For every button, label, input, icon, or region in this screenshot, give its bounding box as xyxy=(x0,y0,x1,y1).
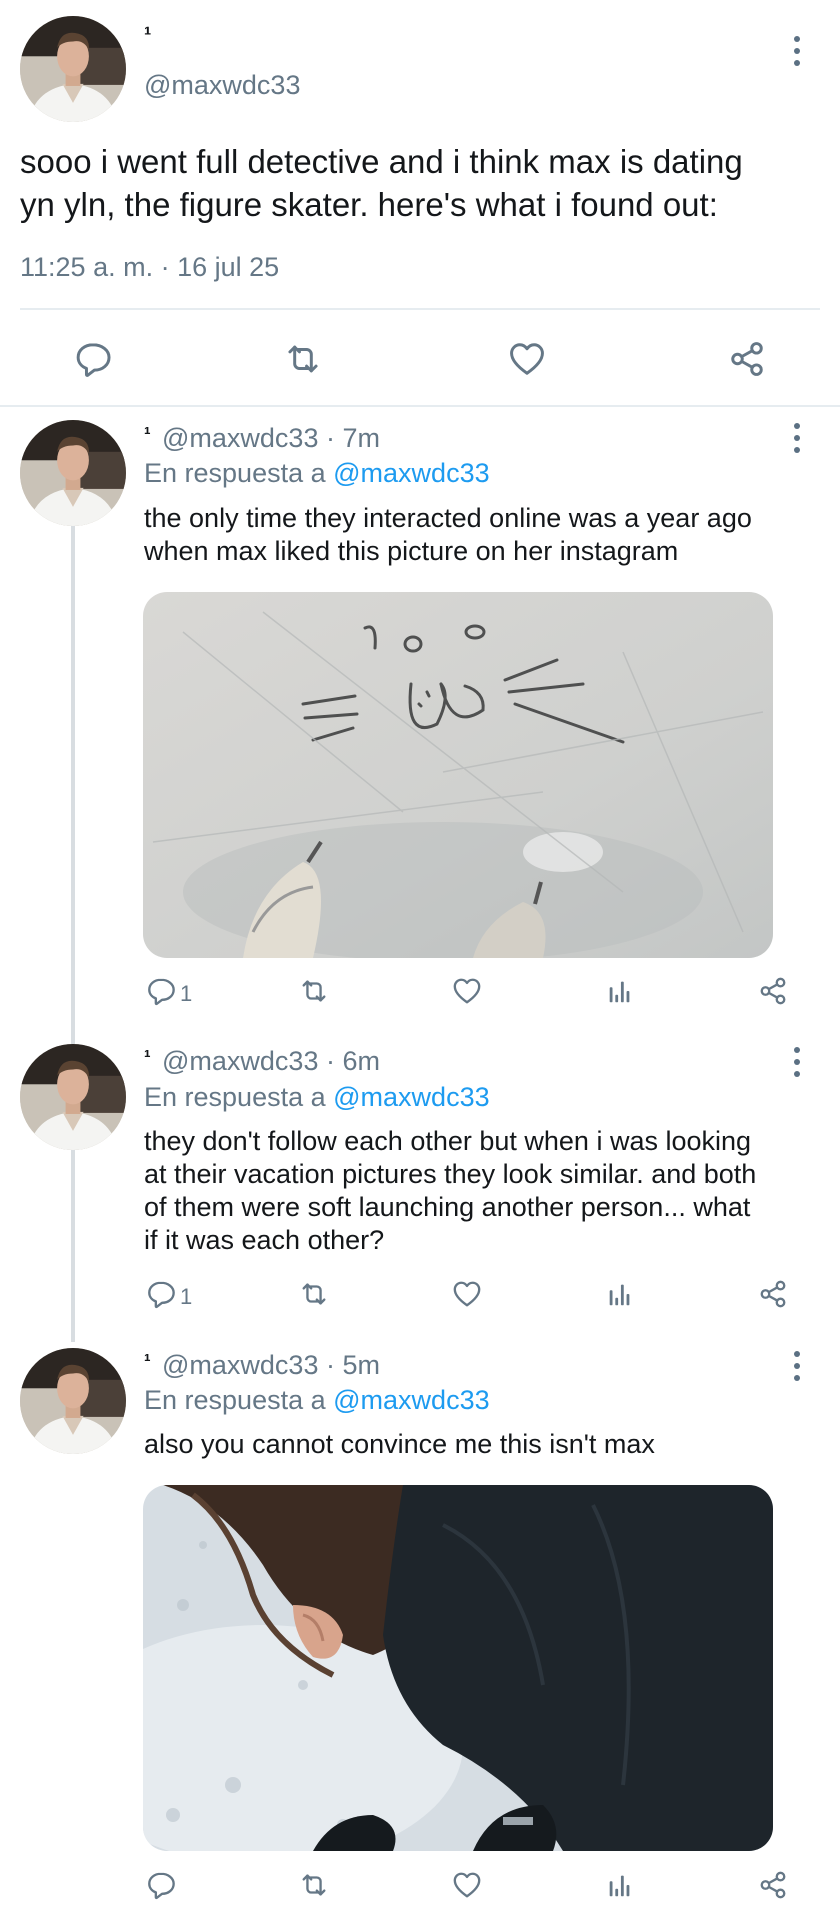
retweet-button[interactable] xyxy=(299,976,329,1012)
thread-line xyxy=(71,526,75,1044)
divider xyxy=(20,308,820,310)
retweet-icon xyxy=(284,340,322,384)
stats-icon xyxy=(605,1279,635,1315)
retweet-icon xyxy=(299,1870,329,1906)
reply-button[interactable]: 1 xyxy=(146,976,192,1012)
views-button[interactable] xyxy=(605,1870,635,1906)
reply-context: En respuesta a @maxwdc33 xyxy=(144,1385,490,1416)
tweet-text: they don't follow each other but when i … xyxy=(144,1126,757,1255)
like-button[interactable] xyxy=(508,340,546,384)
reply-icon xyxy=(74,340,112,384)
views-button[interactable] xyxy=(605,1279,635,1315)
share-button[interactable] xyxy=(728,340,766,384)
author-handle[interactable]: @maxwdc33 xyxy=(144,70,300,101)
avatar[interactable] xyxy=(20,1044,126,1150)
views-button[interactable] xyxy=(605,976,635,1012)
reply-prefix: En respuesta a xyxy=(144,458,326,488)
share-icon xyxy=(758,1870,788,1906)
reply-prefix: En respuesta a xyxy=(144,1385,326,1415)
more-options-icon[interactable] xyxy=(789,1042,805,1082)
author-name[interactable]: ¹ xyxy=(144,424,151,447)
stats-icon xyxy=(605,976,635,1012)
avatar[interactable] xyxy=(20,420,126,526)
author-name[interactable]: ¹ xyxy=(144,22,151,48)
like-button[interactable] xyxy=(452,1870,482,1906)
share-icon xyxy=(758,1279,788,1315)
reply-prefix: En respuesta a xyxy=(144,1082,326,1112)
reply-button[interactable]: 1 xyxy=(146,1279,192,1315)
reply-button[interactable] xyxy=(74,340,112,384)
author-name[interactable]: ¹ xyxy=(144,1047,151,1070)
like-icon xyxy=(452,1870,482,1906)
author-handle-time[interactable]: @maxwdc33 · 6m xyxy=(162,1046,380,1077)
author-name[interactable]: ¹ xyxy=(144,1351,151,1374)
stats-icon xyxy=(605,1870,635,1906)
like-button[interactable] xyxy=(452,1279,482,1315)
share-icon xyxy=(728,340,766,384)
tweet-text: sooo i went full detective and i think m… xyxy=(20,143,743,223)
tweet-timestamp[interactable]: 11:25 a. m. · 16 jul 25 xyxy=(20,252,279,283)
more-options-icon[interactable] xyxy=(789,418,805,458)
reply-icon xyxy=(146,976,176,1012)
more-options-icon[interactable] xyxy=(789,31,805,71)
reply-count: 1 xyxy=(180,981,193,1006)
reply-icon xyxy=(146,1279,176,1315)
tweet-text: also you cannot convince me this isn't m… xyxy=(144,1429,655,1459)
author-handle-time[interactable]: @maxwdc33 · 5m xyxy=(162,1350,380,1381)
author-handle-time[interactable]: @maxwdc33 · 7m xyxy=(162,423,380,454)
snow-person-photo[interactable] xyxy=(143,1485,773,1851)
tweet-text: the only time they interacted online was… xyxy=(144,503,752,566)
like-button[interactable] xyxy=(452,976,482,1012)
reply-context: En respuesta a @maxwdc33 xyxy=(144,458,490,489)
like-icon xyxy=(508,340,546,384)
reply-context: En respuesta a @maxwdc33 xyxy=(144,1082,490,1113)
like-icon xyxy=(452,1279,482,1315)
reply-button[interactable] xyxy=(146,1870,180,1906)
share-icon xyxy=(758,976,788,1012)
share-button[interactable] xyxy=(758,1870,788,1906)
thread-line xyxy=(71,1150,75,1342)
avatar[interactable] xyxy=(20,1348,126,1454)
reply-to-handle[interactable]: @maxwdc33 xyxy=(333,1082,489,1112)
share-button[interactable] xyxy=(758,1279,788,1315)
ice-drawing-photo[interactable] xyxy=(143,592,773,958)
reply-count: 1 xyxy=(180,1284,193,1309)
avatar[interactable] xyxy=(20,16,126,122)
reply-to-handle[interactable]: @maxwdc33 xyxy=(333,458,489,488)
retweet-button[interactable] xyxy=(284,340,322,384)
retweet-icon xyxy=(299,976,329,1012)
reply-to-handle[interactable]: @maxwdc33 xyxy=(333,1385,489,1415)
share-button[interactable] xyxy=(758,976,788,1012)
retweet-button[interactable] xyxy=(299,1279,329,1315)
retweet-button[interactable] xyxy=(299,1870,329,1906)
more-options-icon[interactable] xyxy=(789,1346,805,1386)
reply-icon xyxy=(146,1870,176,1906)
divider xyxy=(0,405,840,407)
retweet-icon xyxy=(299,1279,329,1315)
like-icon xyxy=(452,976,482,1012)
